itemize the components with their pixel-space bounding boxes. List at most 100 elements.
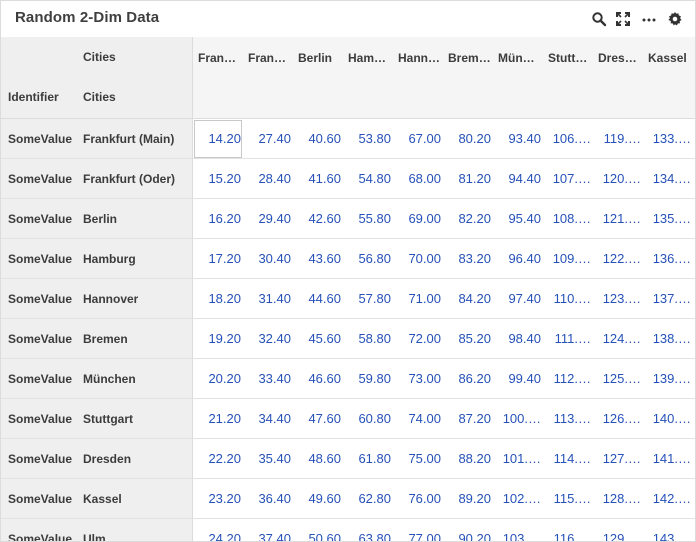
data-cell[interactable]: 139.… bbox=[643, 359, 693, 399]
data-cell[interactable]: 40.60 bbox=[293, 119, 343, 159]
data-cell[interactable]: 75.00 bbox=[393, 439, 443, 479]
data-cell[interactable]: 35.40 bbox=[243, 439, 293, 479]
data-cell[interactable]: 97.40 bbox=[493, 279, 543, 319]
data-cell[interactable]: 90.20 bbox=[443, 519, 493, 541]
data-cell[interactable]: 42.60 bbox=[293, 199, 343, 239]
column-header[interactable]: Kassel bbox=[648, 38, 691, 78]
data-cell[interactable]: 124.… bbox=[593, 319, 643, 359]
data-cell[interactable]: 15.20 bbox=[193, 159, 243, 199]
data-cell[interactable]: 103.… bbox=[493, 519, 543, 541]
data-cell[interactable]: 61.80 bbox=[343, 439, 393, 479]
column-header[interactable]: Hann… bbox=[398, 38, 441, 78]
data-cell[interactable]: 22.20 bbox=[193, 439, 243, 479]
data-cell[interactable]: 44.60 bbox=[293, 279, 343, 319]
column-header[interactable]: Frank… bbox=[198, 38, 241, 78]
data-cell[interactable]: 30.40 bbox=[243, 239, 293, 279]
data-cell[interactable]: 83.20 bbox=[443, 239, 493, 279]
data-cell[interactable]: 99.40 bbox=[493, 359, 543, 399]
data-cell[interactable]: 108.… bbox=[543, 199, 593, 239]
data-cell[interactable]: 107.… bbox=[543, 159, 593, 199]
data-cell[interactable]: 70.00 bbox=[393, 239, 443, 279]
data-cell[interactable]: 49.60 bbox=[293, 479, 343, 519]
data-cell[interactable]: 93.40 bbox=[493, 119, 543, 159]
data-cell[interactable]: 134.… bbox=[643, 159, 693, 199]
data-cell[interactable]: 122.… bbox=[593, 239, 643, 279]
more-icon[interactable] bbox=[641, 11, 657, 27]
data-cell[interactable]: 45.60 bbox=[293, 319, 343, 359]
data-cell[interactable]: 36.40 bbox=[243, 479, 293, 519]
data-cell[interactable]: 114.… bbox=[543, 439, 593, 479]
data-cell[interactable]: 31.40 bbox=[243, 279, 293, 319]
data-cell[interactable]: 84.20 bbox=[443, 279, 493, 319]
data-cell[interactable]: 82.20 bbox=[443, 199, 493, 239]
data-cell[interactable]: 133.… bbox=[643, 119, 693, 159]
data-cell[interactable]: 120.… bbox=[593, 159, 643, 199]
data-cell[interactable]: 48.60 bbox=[293, 439, 343, 479]
data-cell[interactable]: 21.20 bbox=[193, 399, 243, 439]
data-cell[interactable]: 18.20 bbox=[193, 279, 243, 319]
data-cell[interactable]: 19.20 bbox=[193, 319, 243, 359]
data-cell[interactable]: 128.… bbox=[593, 479, 643, 519]
data-cell[interactable]: 56.80 bbox=[343, 239, 393, 279]
data-cell[interactable]: 81.20 bbox=[443, 159, 493, 199]
data-cell[interactable]: 113.… bbox=[543, 399, 593, 439]
data-cell[interactable]: 54.80 bbox=[343, 159, 393, 199]
data-cell[interactable]: 20.20 bbox=[193, 359, 243, 399]
data-cell[interactable]: 100.… bbox=[493, 399, 543, 439]
data-cell[interactable]: 23.20 bbox=[193, 479, 243, 519]
data-cell[interactable]: 141.… bbox=[643, 439, 693, 479]
column-header[interactable]: Hamb… bbox=[348, 38, 391, 78]
data-cell[interactable]: 37.40 bbox=[243, 519, 293, 541]
data-cell[interactable]: 68.00 bbox=[393, 159, 443, 199]
column-header[interactable]: Münc… bbox=[498, 38, 541, 78]
data-cell[interactable]: 32.40 bbox=[243, 319, 293, 359]
data-cell[interactable]: 136.… bbox=[643, 239, 693, 279]
data-cell[interactable]: 96.40 bbox=[493, 239, 543, 279]
data-cell[interactable]: 50.60 bbox=[293, 519, 343, 541]
data-cell[interactable]: 34.40 bbox=[243, 399, 293, 439]
data-cell[interactable]: 138.… bbox=[643, 319, 693, 359]
data-cell[interactable]: 43.60 bbox=[293, 239, 343, 279]
data-cell[interactable]: 71.00 bbox=[393, 279, 443, 319]
data-cell[interactable]: 106.… bbox=[543, 119, 593, 159]
data-cell[interactable]: 111.… bbox=[543, 319, 593, 359]
data-cell[interactable]: 135.… bbox=[643, 199, 693, 239]
data-cell[interactable]: 27.40 bbox=[243, 119, 293, 159]
search-icon[interactable] bbox=[591, 11, 607, 27]
data-cell[interactable]: 143.… bbox=[643, 519, 693, 541]
data-cell[interactable]: 76.00 bbox=[393, 479, 443, 519]
gear-icon[interactable] bbox=[667, 11, 683, 27]
data-cell[interactable]: 16.20 bbox=[193, 199, 243, 239]
data-cell[interactable]: 140.… bbox=[643, 399, 693, 439]
data-cell[interactable]: 47.60 bbox=[293, 399, 343, 439]
data-cell[interactable]: 119.… bbox=[593, 119, 643, 159]
column-header[interactable]: Dresd… bbox=[598, 38, 641, 78]
data-cell[interactable]: 46.60 bbox=[293, 359, 343, 399]
data-cell[interactable]: 115.… bbox=[543, 479, 593, 519]
data-cell[interactable]: 24.20 bbox=[193, 519, 243, 541]
data-cell[interactable]: 62.80 bbox=[343, 479, 393, 519]
data-cell[interactable]: 95.40 bbox=[493, 199, 543, 239]
data-cell[interactable]: 101.… bbox=[493, 439, 543, 479]
column-header[interactable]: Stutt… bbox=[548, 38, 591, 78]
data-cell[interactable]: 80.20 bbox=[443, 119, 493, 159]
data-cell[interactable]: 123.… bbox=[593, 279, 643, 319]
expand-icon[interactable] bbox=[615, 11, 631, 27]
data-cell[interactable]: 33.40 bbox=[243, 359, 293, 399]
data-cell[interactable]: 112.… bbox=[543, 359, 593, 399]
data-cell[interactable]: 87.20 bbox=[443, 399, 493, 439]
data-cell[interactable]: 59.80 bbox=[343, 359, 393, 399]
data-cell[interactable]: 98.40 bbox=[493, 319, 543, 359]
data-cell[interactable]: 29.40 bbox=[243, 199, 293, 239]
data-cell[interactable]: 94.40 bbox=[493, 159, 543, 199]
data-cell[interactable]: 28.40 bbox=[243, 159, 293, 199]
column-header[interactable]: Frank… bbox=[248, 38, 291, 78]
data-cell[interactable]: 53.80 bbox=[343, 119, 393, 159]
data-cell[interactable]: 129.… bbox=[593, 519, 643, 541]
data-cell[interactable]: 102.… bbox=[493, 479, 543, 519]
data-cell[interactable]: 17.20 bbox=[193, 239, 243, 279]
data-cell[interactable]: 69.00 bbox=[393, 199, 443, 239]
data-cell[interactable]: 86.20 bbox=[443, 359, 493, 399]
data-cell[interactable]: 137.… bbox=[643, 279, 693, 319]
data-cell[interactable]: 142.… bbox=[643, 479, 693, 519]
